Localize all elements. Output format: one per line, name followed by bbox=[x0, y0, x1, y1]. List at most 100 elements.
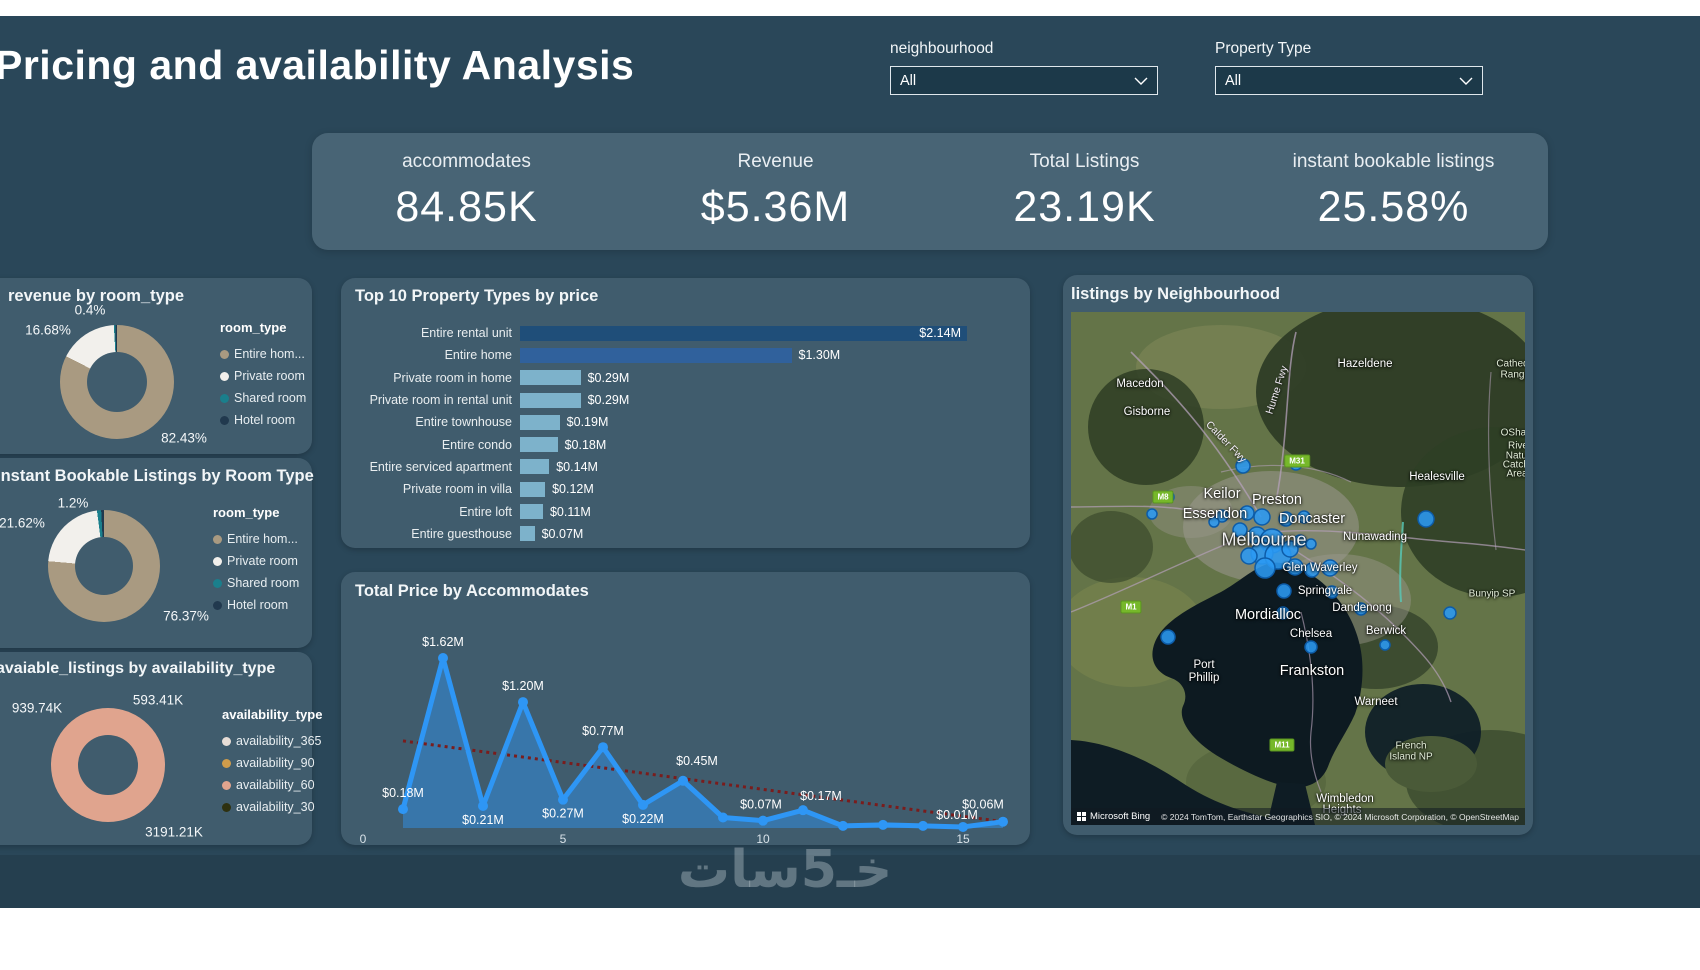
legend-item[interactable]: availability_90 bbox=[222, 752, 322, 774]
bar-row: Private room in villa $0.12M bbox=[341, 478, 1030, 500]
bar[interactable] bbox=[520, 526, 535, 542]
legend-item[interactable]: Private room bbox=[213, 550, 299, 572]
donut-avaiable_listings_by_availability_type[interactable] bbox=[51, 708, 165, 822]
data-label: 82.43% bbox=[161, 430, 207, 446]
area-line-chart: $0.18M $1.62M $0.21M $1.20M $0.27M $0.77M $0.2… bbox=[360, 635, 1008, 845]
legend-item[interactable]: availability_365 bbox=[222, 730, 322, 752]
bar[interactable] bbox=[520, 504, 543, 520]
legend-label: Entire hom... bbox=[227, 532, 298, 546]
data-label: $0.45M bbox=[676, 754, 718, 768]
data-point[interactable] bbox=[518, 697, 528, 708]
listing-bubble[interactable] bbox=[1304, 640, 1318, 654]
data-point[interactable] bbox=[398, 804, 408, 815]
legend-item[interactable]: Shared room bbox=[220, 387, 306, 409]
legend-swatch bbox=[220, 349, 229, 359]
kpi-card: accommodates 84.85K Revenue $5.36M Total… bbox=[312, 133, 1548, 250]
data-point[interactable] bbox=[958, 821, 968, 832]
legend-swatch bbox=[220, 393, 229, 403]
donut-instant_bookable_by_room_type[interactable] bbox=[48, 510, 160, 622]
data-point[interactable] bbox=[478, 800, 488, 811]
data-label: 939.74K bbox=[11, 700, 63, 716]
data-point[interactable] bbox=[998, 816, 1008, 827]
kpi-total-listings: Total Listings 23.19K bbox=[930, 151, 1239, 232]
legend-item[interactable]: Shared room bbox=[213, 572, 299, 594]
data-point[interactable] bbox=[878, 819, 888, 830]
map-place-label: Glen Waverley bbox=[1282, 562, 1358, 574]
data-point[interactable] bbox=[838, 820, 848, 831]
map-place-label: Mordialloc bbox=[1234, 607, 1302, 623]
bar-track: $0.19M bbox=[520, 414, 1030, 430]
bar[interactable] bbox=[520, 414, 560, 430]
bar-category-label: Entire home bbox=[444, 348, 512, 363]
bar-category-label: Entire loft bbox=[459, 504, 512, 519]
bar-category-label: Entire rental unit bbox=[420, 326, 512, 341]
data-label: $0.21M bbox=[462, 813, 504, 827]
map-place-label: Area bbox=[1506, 468, 1525, 480]
x-axis-tick: 0 bbox=[360, 832, 367, 845]
bar[interactable] bbox=[520, 437, 558, 453]
bar[interactable] bbox=[520, 459, 550, 475]
data-point[interactable] bbox=[678, 775, 688, 786]
bar-category-label: Private room in home bbox=[393, 370, 512, 385]
listing-bubble[interactable] bbox=[1276, 583, 1292, 599]
bar-row: Entire rental unit $2.14M bbox=[341, 322, 1030, 344]
legend: availability_type availability_365 availab… bbox=[222, 707, 322, 818]
data-point[interactable] bbox=[798, 805, 808, 816]
legend-label: Hotel room bbox=[227, 598, 289, 612]
x-axis-tick: 5 bbox=[560, 832, 567, 845]
legend-item[interactable]: Hotel room bbox=[213, 594, 299, 616]
bar[interactable] bbox=[520, 370, 581, 386]
legend-item[interactable]: Entire hom... bbox=[213, 528, 299, 550]
data-point[interactable] bbox=[638, 799, 648, 810]
legend-title: room_type bbox=[220, 320, 287, 335]
bar[interactable]: $2.14M bbox=[520, 325, 967, 341]
legend-label: Shared room bbox=[227, 576, 300, 590]
data-point[interactable] bbox=[558, 794, 568, 805]
donut-hole bbox=[78, 735, 138, 795]
kpi-label: Total Listings bbox=[1029, 151, 1140, 172]
legend-item[interactable]: Private room bbox=[220, 365, 306, 387]
dropdown-value: All bbox=[900, 72, 917, 89]
bar-value-label: $0.29M bbox=[587, 393, 630, 408]
kpi-label: instant bookable listings bbox=[1292, 151, 1495, 172]
dashboard-canvas: Pricing and availability Analysis neighb… bbox=[0, 16, 1700, 908]
data-point[interactable] bbox=[918, 820, 928, 831]
data-label: $0.07M bbox=[740, 798, 782, 812]
bar[interactable] bbox=[520, 392, 581, 408]
listing-bubble[interactable] bbox=[1254, 557, 1276, 579]
listing-bubble[interactable] bbox=[1305, 538, 1317, 550]
legend-item[interactable]: availability_60 bbox=[222, 774, 322, 796]
legend-item[interactable]: Hotel room bbox=[220, 409, 306, 431]
listing-bubble[interactable] bbox=[1379, 639, 1391, 651]
kpi-value: 84.85K bbox=[395, 183, 538, 231]
motorway-badge: M1 bbox=[1120, 600, 1142, 614]
listing-bubble[interactable] bbox=[1253, 508, 1271, 526]
legend-swatch bbox=[220, 415, 229, 425]
listing-bubble[interactable] bbox=[1160, 629, 1176, 645]
legend-swatch bbox=[222, 802, 231, 812]
donut-revenue_by_room_type[interactable] bbox=[60, 325, 174, 439]
data-point[interactable] bbox=[598, 742, 608, 753]
map[interactable]: Macedon Gisborne Hazeldene Healesville Keilo… bbox=[1071, 312, 1525, 825]
legend-item[interactable]: Entire hom... bbox=[220, 343, 306, 365]
kpi-value: 23.19K bbox=[1013, 183, 1156, 231]
listing-bubble[interactable] bbox=[1443, 606, 1457, 620]
listing-bubble[interactable] bbox=[1146, 508, 1158, 520]
legend-label: availability_90 bbox=[236, 756, 315, 770]
bar-category-label: Entire guesthouse bbox=[411, 526, 512, 541]
data-point[interactable] bbox=[438, 652, 448, 663]
neighbourhood-dropdown[interactable]: All bbox=[890, 66, 1158, 95]
listing-bubble[interactable] bbox=[1417, 510, 1435, 528]
legend-label: Private room bbox=[234, 369, 305, 383]
bar[interactable] bbox=[520, 481, 546, 497]
bar[interactable] bbox=[520, 347, 792, 363]
bar-row: Entire condo $0.18M bbox=[341, 433, 1030, 455]
property-type-dropdown[interactable]: All bbox=[1215, 66, 1483, 95]
data-point[interactable] bbox=[758, 815, 768, 826]
data-point[interactable] bbox=[718, 812, 728, 823]
legend-item[interactable]: availability_30 bbox=[222, 796, 322, 818]
map-place-label: OShann bbox=[1500, 427, 1525, 439]
data-label: 76.37% bbox=[163, 608, 209, 624]
map-place-label: French bbox=[1395, 740, 1427, 752]
filter-property-type: Property Type All bbox=[1215, 40, 1483, 95]
